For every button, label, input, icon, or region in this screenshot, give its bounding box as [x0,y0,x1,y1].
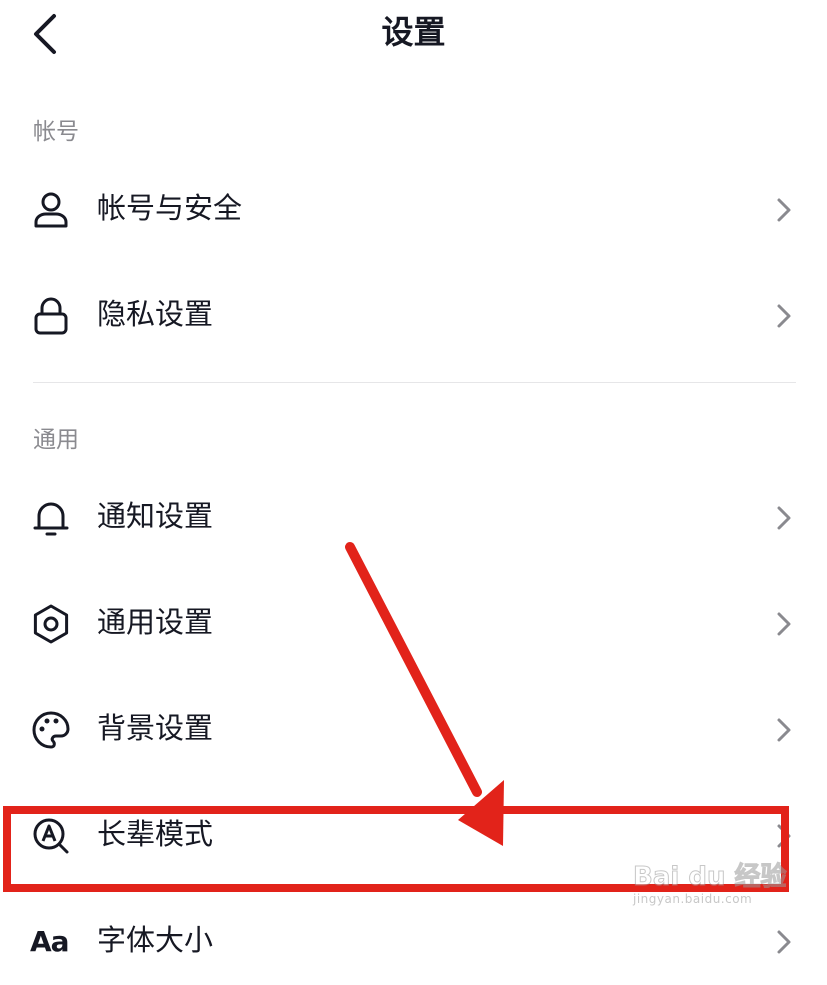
settings-item-account-security[interactable]: 帐号与安全 [0,163,827,253]
user-icon [30,189,72,231]
settings-item-label: 通用设置 [97,605,214,639]
settings-item-background[interactable]: 背景设置 [0,683,827,773]
lock-icon [30,295,72,337]
settings-item-label: 通知设置 [97,499,214,533]
settings-item-privacy[interactable]: 隐私设置 [0,269,827,359]
chevron-right-icon [771,504,795,532]
page-title: 设置 [381,13,446,51]
settings-item-elder-mode[interactable]: 长辈模式 [0,789,827,879]
top-nav-bar: 设置 [0,0,827,66]
chevron-right-icon [771,610,795,638]
palette-icon [30,709,72,751]
chevron-right-icon [771,822,795,850]
elder-mode-icon [30,815,72,857]
section-label-general: 通用 [33,427,79,453]
chevron-right-icon [771,302,795,330]
settings-item-font-size[interactable]: Aa 字体大小 [0,895,827,985]
settings-item-label: 长辈模式 [97,817,214,851]
font-size-icon-text: Aa [30,925,70,958]
section-label-account: 帐号 [33,119,79,145]
settings-item-label: 帐号与安全 [97,191,243,225]
settings-item-notifications[interactable]: 通知设置 [0,471,827,561]
gear-icon [30,603,72,645]
chevron-right-icon [771,928,795,956]
settings-item-general[interactable]: 通用设置 [0,577,827,667]
section-divider [33,382,796,383]
settings-item-label: 隐私设置 [97,297,214,331]
settings-item-label: 背景设置 [97,711,214,745]
settings-item-label: 字体大小 [97,923,214,957]
chevron-right-icon [771,716,795,744]
chevron-right-icon [771,196,795,224]
font-size-icon: Aa [30,921,72,963]
bell-icon [30,497,72,539]
